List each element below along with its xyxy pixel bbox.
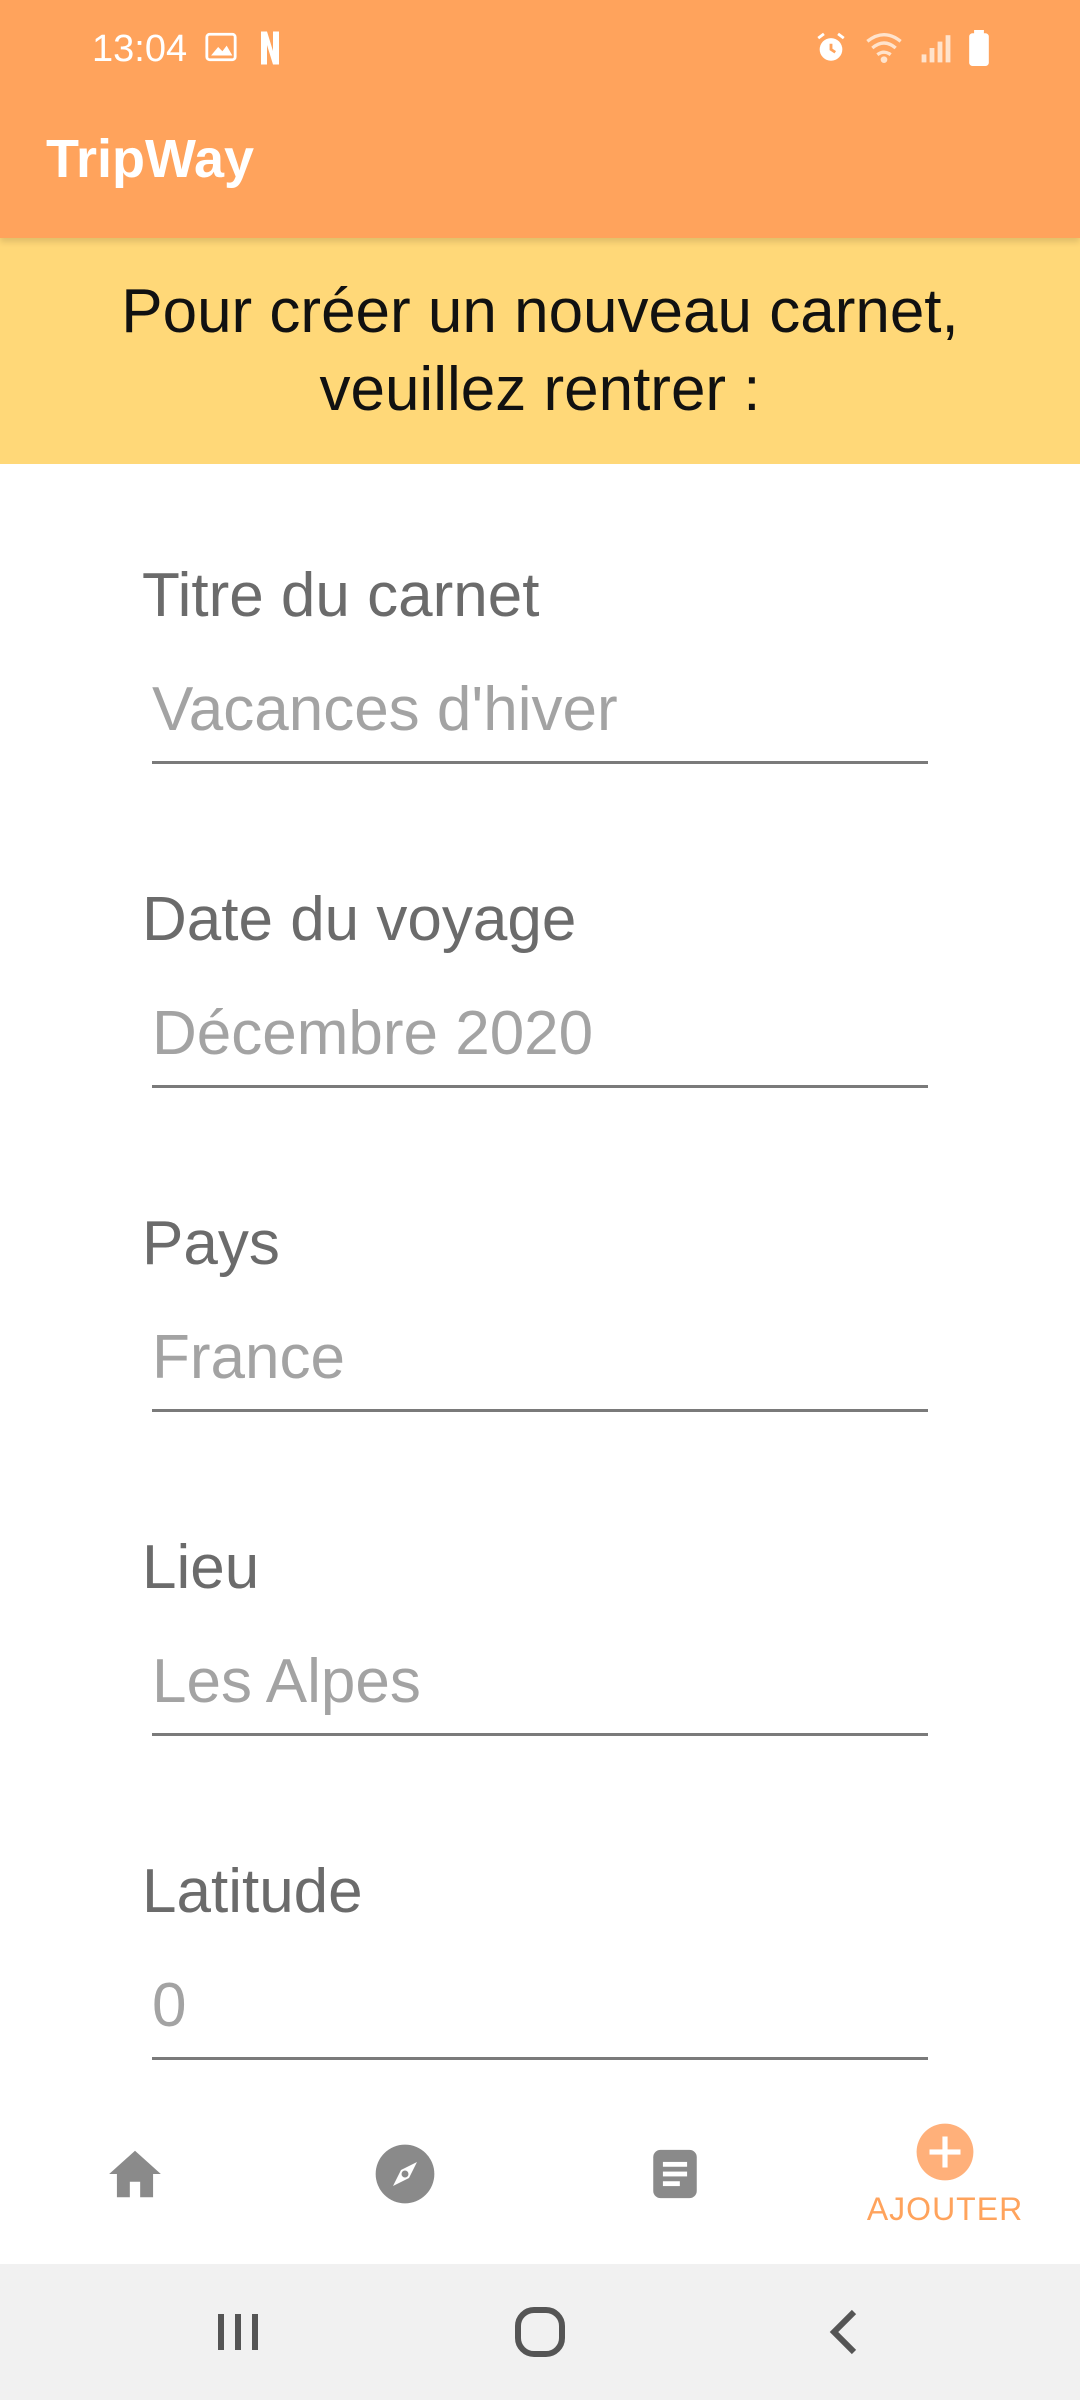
status-time: 13:04 [92, 28, 188, 70]
app-title: TripWay [46, 129, 255, 189]
system-navigation-bar [0, 2264, 1080, 2400]
field-label-place: Lieu [142, 1533, 260, 1602]
banner-text: Pour créer un nouveau carnet, veuillez r… [121, 277, 959, 424]
nav-item-notebooks[interactable] [540, 2084, 810, 2264]
nav-item-explore[interactable] [270, 2084, 540, 2264]
nav-item-home[interactable] [0, 2084, 270, 2264]
home-icon [109, 2150, 161, 2198]
add-circle-icon [916, 2123, 974, 2180]
new-notebook-form: Titre du carnet Date du voyage Pays Lieu… [0, 464, 1080, 2084]
field-label-country: Pays [142, 1209, 280, 1278]
nav-label-add: AJOUTER [866, 2190, 1024, 2227]
signal-icon [921, 35, 951, 63]
field-label-title: Titre du carnet [142, 561, 540, 630]
bottom-navigation: AJOUTER [0, 2084, 1080, 2264]
date-input[interactable] [152, 988, 928, 1088]
alarm-icon [817, 32, 845, 61]
image-icon [205, 32, 237, 62]
place-input[interactable] [152, 1636, 928, 1736]
instruction-banner: Pour créer un nouveau carnet, veuillez r… [0, 238, 1080, 464]
wifi-icon [866, 33, 902, 63]
status-bar: 13:04 [0, 0, 1080, 100]
netflix-icon [261, 31, 279, 65]
title-input[interactable] [152, 664, 928, 764]
home-circle-icon[interactable] [510, 2302, 570, 2362]
back-icon[interactable] [816, 2302, 876, 2362]
field-label-latitude: Latitude [142, 1857, 363, 1926]
battery-icon [969, 30, 989, 66]
country-input[interactable] [152, 1312, 928, 1412]
latitude-input[interactable] [152, 1960, 928, 2060]
recents-icon[interactable] [208, 2302, 268, 2362]
document-icon [653, 2149, 697, 2199]
field-label-date: Date du voyage [142, 885, 577, 954]
compass-icon [375, 2144, 435, 2204]
nav-item-add[interactable]: AJOUTER [810, 2084, 1080, 2264]
app-header: 13:04 TripWay [0, 0, 1080, 238]
